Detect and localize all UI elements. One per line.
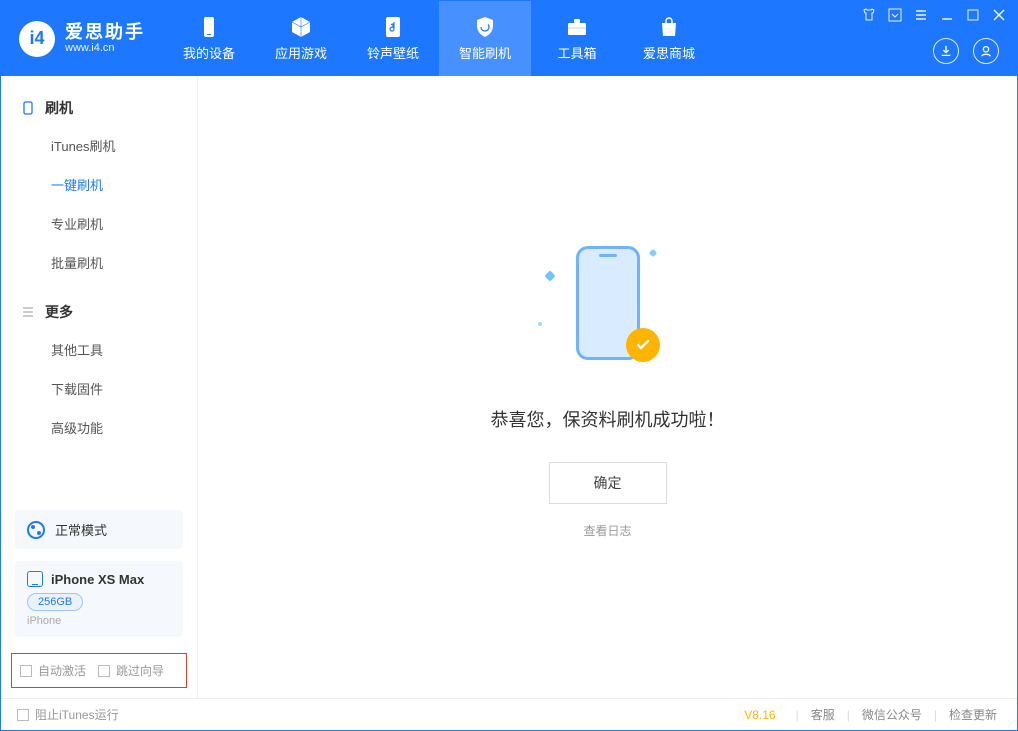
tab-ringtones-wallpapers[interactable]: 铃声壁纸 — [347, 1, 439, 76]
sidebar-item-pro-flash[interactable]: 专业刷机 — [1, 204, 197, 243]
device-type: iPhone — [27, 615, 171, 627]
logo-icon: i4 — [19, 21, 55, 57]
sidebar-item-other-tools[interactable]: 其他工具 — [1, 330, 197, 369]
phone-icon — [196, 15, 222, 39]
download-button[interactable] — [933, 38, 959, 64]
success-message: 恭喜您，保资料刷机成功啦！ — [491, 406, 725, 432]
menu-icon[interactable] — [913, 7, 929, 23]
sidebar-item-itunes-flash[interactable]: iTunes刷机 — [1, 126, 197, 165]
footer-link-support[interactable]: 客服 — [807, 706, 839, 723]
app-window: i4 爱思助手 www.i4.cn 我的设备 应用游戏 铃声壁纸 智能刷机 — [0, 0, 1018, 731]
body: 刷机 iTunes刷机 一键刷机 专业刷机 批量刷机 更多 其他工具 下载固件 … — [1, 76, 1017, 698]
check-icon — [626, 328, 660, 362]
sidebar: 刷机 iTunes刷机 一键刷机 专业刷机 批量刷机 更多 其他工具 下载固件 … — [1, 76, 198, 698]
minimize-icon[interactable] — [939, 7, 955, 23]
checkbox-label: 跳过向导 — [116, 662, 164, 679]
checkbox-skip-guide[interactable]: 跳过向导 — [98, 662, 164, 679]
nav-tabs: 我的设备 应用游戏 铃声壁纸 智能刷机 工具箱 爱思商城 — [163, 1, 715, 76]
footer: 阻止iTunes运行 V8.16 | 客服 | 微信公众号 | 检查更新 — [1, 698, 1017, 730]
app-title: 爱思助手 — [65, 23, 145, 43]
sidebar-group-header: 更多 — [1, 294, 197, 330]
success-illustration — [538, 236, 678, 376]
list-icon — [21, 305, 35, 319]
account-button[interactable] — [973, 38, 999, 64]
sidebar-item-one-click-flash[interactable]: 一键刷机 — [1, 165, 197, 204]
mode-icon — [27, 521, 45, 539]
checkbox-block-itunes[interactable]: 阻止iTunes运行 — [17, 706, 119, 723]
ok-button[interactable]: 确定 — [549, 462, 667, 504]
maximize-icon[interactable] — [965, 7, 981, 23]
tab-my-device[interactable]: 我的设备 — [163, 1, 255, 76]
view-log-link[interactable]: 查看日志 — [583, 522, 631, 539]
checkbox-icon — [98, 665, 110, 677]
titlebar — [861, 7, 1007, 23]
briefcase-icon — [564, 15, 590, 39]
tab-label: 爱思商城 — [643, 43, 695, 62]
sidebar-item-advanced[interactable]: 高级功能 — [1, 408, 197, 447]
highlight-options-box: 自动激活 跳过向导 — [11, 653, 187, 688]
app-subtitle: www.i4.cn — [65, 42, 145, 54]
shield-refresh-icon — [472, 15, 498, 39]
tab-store[interactable]: 爱思商城 — [623, 1, 715, 76]
cube-icon — [288, 15, 314, 39]
sidebar-item-batch-flash[interactable]: 批量刷机 — [1, 243, 197, 282]
tshirt-icon[interactable] — [861, 7, 877, 23]
group-title: 更多 — [45, 302, 73, 322]
bag-icon — [656, 15, 682, 39]
device-panel[interactable]: iPhone XS Max 256GB iPhone — [15, 561, 183, 637]
checkbox-icon — [17, 709, 29, 721]
checkbox-auto-activate[interactable]: 自动激活 — [20, 662, 86, 679]
checkbox-icon — [20, 665, 32, 677]
capacity-badge: 256GB — [27, 593, 83, 611]
checkbox-label: 自动激活 — [38, 662, 86, 679]
checkbox-label: 阻止iTunes运行 — [35, 706, 119, 723]
group-title: 刷机 — [45, 98, 73, 118]
dropdown-icon[interactable] — [887, 7, 903, 23]
mode-panel[interactable]: 正常模式 — [15, 510, 183, 549]
tab-apps-games[interactable]: 应用游戏 — [255, 1, 347, 76]
sidebar-group-header: 刷机 — [1, 90, 197, 126]
tab-label: 智能刷机 — [459, 43, 511, 62]
sidebar-item-download-firmware[interactable]: 下载固件 — [1, 369, 197, 408]
sidebar-group-flash: 刷机 iTunes刷机 一键刷机 专业刷机 批量刷机 — [1, 90, 197, 282]
logo: i4 爱思助手 www.i4.cn — [1, 1, 163, 76]
device-icon — [21, 101, 35, 115]
device-name: iPhone XS Max — [51, 572, 144, 587]
version-label: V8.16 — [744, 708, 775, 722]
tab-toolbox[interactable]: 工具箱 — [531, 1, 623, 76]
footer-link-wechat[interactable]: 微信公众号 — [858, 706, 926, 723]
tab-smart-flash[interactable]: 智能刷机 — [439, 1, 531, 76]
sidebar-group-more: 更多 其他工具 下载固件 高级功能 — [1, 294, 197, 447]
music-file-icon — [380, 15, 406, 39]
mode-label: 正常模式 — [55, 520, 107, 539]
tab-label: 我的设备 — [183, 43, 235, 62]
tab-label: 工具箱 — [557, 43, 596, 62]
footer-link-check-update[interactable]: 检查更新 — [945, 706, 1001, 723]
tab-label: 铃声壁纸 — [367, 43, 419, 62]
phone-outline-icon — [27, 571, 43, 587]
tab-label: 应用游戏 — [275, 43, 327, 62]
main-content: 恭喜您，保资料刷机成功啦！ 确定 查看日志 — [198, 76, 1017, 698]
close-icon[interactable] — [991, 7, 1007, 23]
